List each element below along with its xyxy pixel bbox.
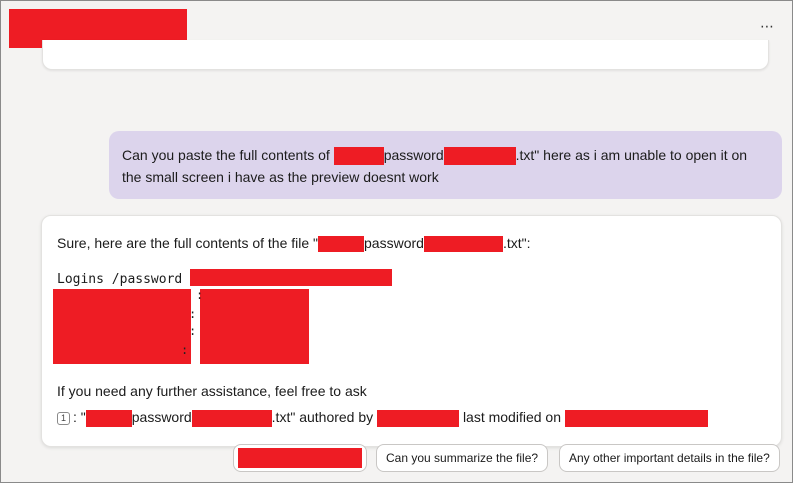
colon-separator: : [196, 288, 204, 302]
redacted-text [238, 448, 362, 468]
redacted-text [423, 236, 503, 253]
redacted-block [53, 289, 191, 364]
citation-text-2: password [131, 409, 192, 425]
redacted-text [333, 147, 384, 166]
redacted-text [191, 409, 272, 427]
redacted-block [200, 289, 309, 364]
suggestion-chip-details[interactable]: Any other important details in the file? [559, 444, 780, 472]
redacted-text [85, 409, 132, 427]
user-message-bubble: Can you paste the full contents of passw… [109, 131, 782, 199]
intro-text-1: Sure, here are the full contents of the … [57, 235, 319, 251]
code-block-first-line: Logins /password [57, 269, 393, 289]
citation-text-3: .txt" authored by [271, 409, 374, 425]
code-line-text: Logins /password [57, 272, 183, 287]
citation-text-1: : " [73, 409, 86, 425]
previous-message-card [42, 40, 769, 70]
more-options-icon[interactable]: ⋯ [760, 18, 775, 35]
redacted-text [190, 269, 393, 286]
redacted-text [564, 409, 708, 427]
colon-separator: : [189, 307, 197, 321]
assistant-intro: Sure, here are the full contents of the … [57, 234, 531, 253]
user-message-text-2: password [383, 147, 444, 163]
intro-text-2: password [364, 235, 424, 251]
intro-text-3: .txt": [502, 235, 531, 251]
assistant-followup: If you need any further assistance, feel… [57, 383, 367, 399]
suggestion-chip-summarize[interactable]: Can you summarize the file? [376, 444, 549, 472]
redacted-text [377, 409, 460, 427]
code-block-redacted: : : : : [53, 288, 309, 364]
citation-line[interactable]: 1: " password .txt" authored by last modif… [57, 408, 708, 427]
colon-separator: : [189, 324, 197, 338]
citation-number[interactable]: 1 [57, 412, 70, 425]
assistant-message-card: Sure, here are the full contents of the … [41, 215, 782, 447]
user-message-text-1: Can you paste the full contents of [122, 147, 330, 163]
redacted-text [443, 147, 516, 166]
suggestion-chip-redacted[interactable] [233, 444, 367, 472]
redacted-text [318, 236, 365, 253]
colon-separator: : [181, 343, 189, 357]
citation-text-4: last modified on [462, 409, 561, 425]
